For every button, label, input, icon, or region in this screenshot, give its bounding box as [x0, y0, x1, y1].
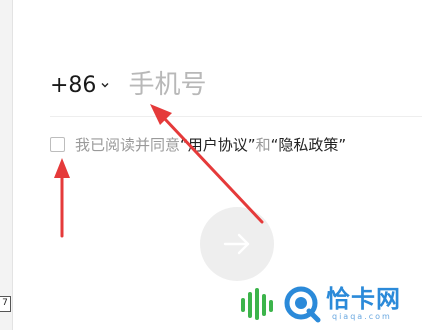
arrow-right-icon [223, 233, 250, 255]
agreement-prefix: 我已阅读并同意 [75, 136, 181, 154]
input-divider [50, 116, 422, 117]
login-screen: 7 +86 我已阅读并同意“用户协议”和“隐私政策” [0, 0, 430, 330]
annotation-arrow-to-checkbox [54, 158, 70, 238]
watermark-name: 恰卡网 [326, 285, 401, 313]
privacy-policy-link[interactable]: “隐私政策” [271, 136, 347, 154]
user-agreement-link[interactable]: “用户协议” [180, 136, 256, 154]
agreement-conjunction: 和 [255, 136, 271, 154]
watermark-q-icon [284, 286, 321, 323]
chevron-down-icon [101, 83, 109, 88]
phone-row: +86 [50, 62, 410, 108]
phone-number-input[interactable] [128, 70, 329, 100]
watermark: 恰卡网 qiaqa.com [238, 280, 428, 328]
agreement-text: 我已阅读并同意“用户协议”和“隐私政策” [75, 134, 346, 155]
corner-glyph: 7 [0, 296, 11, 312]
agreement-row: 我已阅读并同意“用户协议”和“隐私政策” [50, 134, 346, 155]
annotation-arrow-to-input [150, 104, 264, 224]
agreement-checkbox[interactable] [50, 137, 65, 152]
watermark-bars-icon [241, 288, 273, 320]
left-edge-strip [0, 0, 13, 330]
next-button[interactable] [200, 207, 274, 281]
country-code-selector[interactable]: +86 [50, 73, 110, 98]
watermark-url: qiaqa.com [332, 312, 392, 321]
country-code-label: +86 [50, 72, 97, 98]
watermark-text: 恰卡网 qiaqa.com [326, 287, 401, 321]
